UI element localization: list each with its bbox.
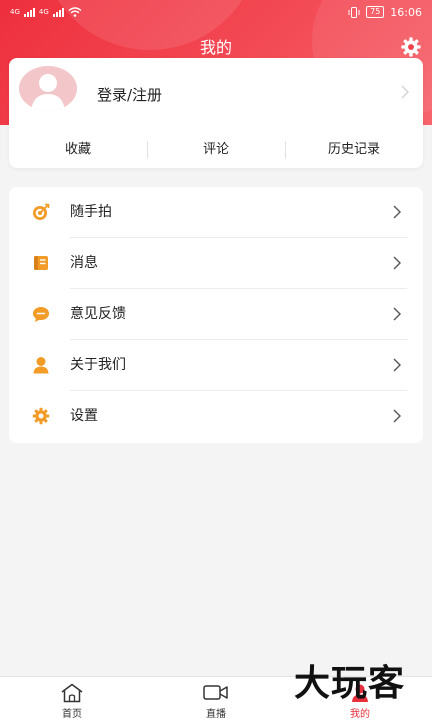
signal-icon-2 (52, 7, 64, 17)
network-type-label: 4G (10, 7, 20, 16)
chevron-right-icon (393, 409, 401, 423)
chevron-right-icon (393, 307, 401, 321)
gear-icon[interactable] (400, 36, 422, 58)
home-icon (61, 683, 83, 703)
menu-item-settings[interactable]: 设置 (9, 391, 423, 442)
signal-icon (23, 7, 35, 17)
watermark-logo: 大玩客 (294, 663, 406, 704)
target-icon (33, 203, 50, 220)
menu-item-messages[interactable]: 消息 (9, 238, 423, 289)
menu-list: 随手拍 消息 意见反馈 关于我们 设置 (9, 187, 423, 443)
login-register-link[interactable]: 登录/注册 (97, 84, 162, 105)
menu-item-snapshot[interactable]: 随手拍 (9, 187, 423, 238)
menu-item-label: 消息 (70, 255, 98, 271)
nav-label: 直播 (206, 709, 226, 720)
nav-label: 首页 (62, 709, 82, 720)
nav-live[interactable]: 直播 (144, 677, 288, 720)
gear-icon (32, 407, 50, 425)
chevron-right-icon (393, 256, 401, 270)
avatar[interactable] (19, 66, 77, 111)
wifi-icon (68, 7, 82, 17)
profile-tabs: 收藏 评论 历史记录 (9, 138, 423, 162)
menu-item-feedback[interactable]: 意见反馈 (9, 289, 423, 340)
menu-item-about-us[interactable]: 关于我们 (9, 340, 423, 391)
menu-item-label: 意见反馈 (70, 306, 126, 322)
battery-indicator: 75 (366, 6, 385, 18)
default-avatar-icon (31, 74, 65, 111)
chevron-right-icon (393, 358, 401, 372)
chevron-right-icon (401, 85, 409, 99)
profile-card: 登录/注册 收藏 评论 历史记录 (9, 58, 423, 168)
status-time: 16:06 (390, 5, 422, 19)
video-camera-icon (203, 685, 228, 700)
menu-item-label: 关于我们 (70, 357, 126, 373)
status-bar: 4G 4G 75 16:06 (0, 0, 432, 24)
tab-favorites[interactable]: 收藏 (9, 138, 147, 162)
person-icon (33, 357, 49, 374)
status-bar-left: 4G 4G (10, 7, 82, 17)
menu-item-label: 随手拍 (70, 204, 112, 220)
chevron-right-icon (393, 205, 401, 219)
status-bar-right: 75 16:06 (348, 6, 422, 19)
network-type-label-2: 4G (38, 7, 49, 16)
message-book-icon (34, 256, 48, 270)
page-title: 我的 (199, 38, 232, 57)
nav-home[interactable]: 首页 (0, 677, 144, 720)
tab-comments[interactable]: 评论 (147, 138, 285, 162)
vibrate-icon (348, 6, 360, 18)
tab-history[interactable]: 历史记录 (285, 138, 423, 162)
chat-bubble-icon (33, 307, 49, 322)
menu-item-label: 设置 (70, 408, 98, 424)
nav-label: 我的 (350, 709, 370, 720)
